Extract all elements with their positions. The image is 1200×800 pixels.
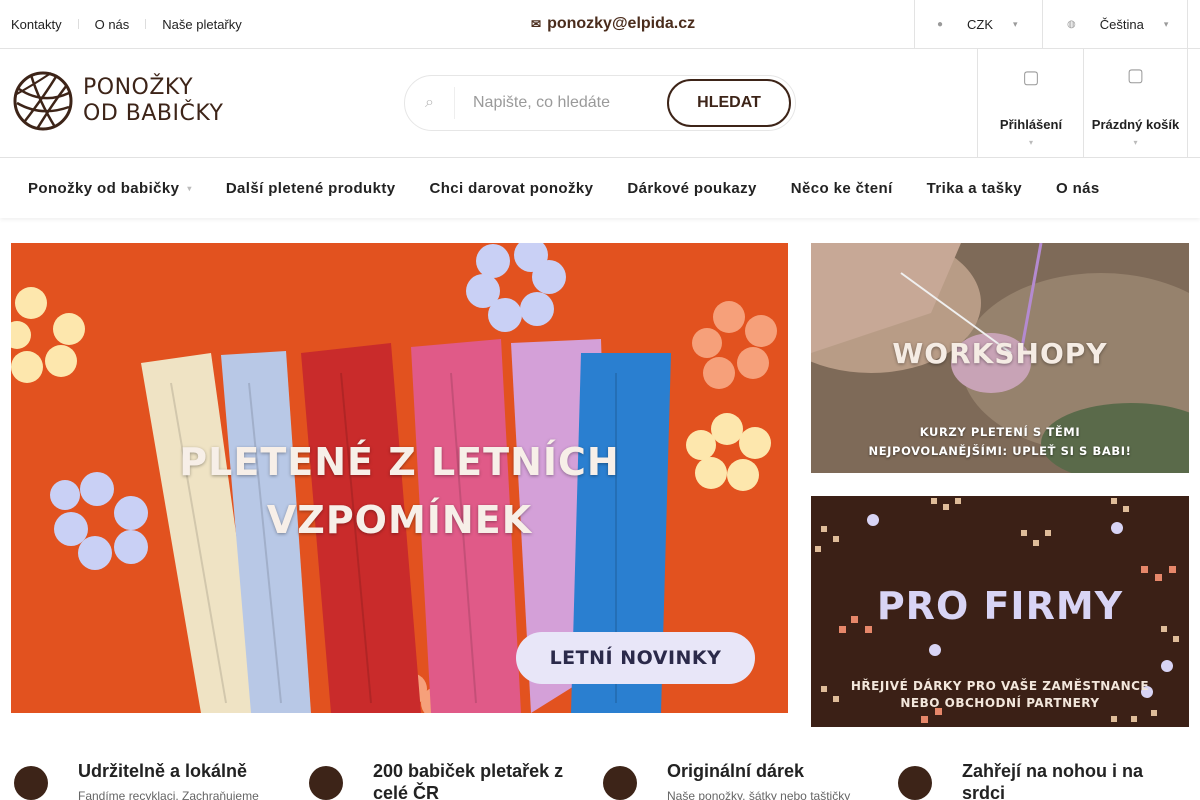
search-icon: ⌕ bbox=[405, 87, 455, 119]
email-address: ponozky@elpida.cz bbox=[547, 15, 696, 32]
companies-banner-subtitle-line-2: NEBO OBCHODNÍ PARTNERY bbox=[900, 696, 1100, 710]
nav-item-knitted-products[interactable]: Další pletené produkty bbox=[226, 180, 396, 197]
logo-line-1: PONOŽKY bbox=[83, 75, 194, 100]
language-selector[interactable]: ◍ Čeština ▾ bbox=[1042, 0, 1188, 48]
cart-button[interactable]: ▢ Prázdný košík ▾ bbox=[1083, 49, 1188, 157]
main-banner[interactable]: PLETENÉ Z LETNÍCH VZPOMÍNEK LETNÍ NOVINK… bbox=[11, 243, 788, 713]
nav-item-reading[interactable]: Něco ke čtení bbox=[791, 180, 893, 197]
workshops-banner-subtitle-line-1: KURZY PLETENÍ S TĚMI bbox=[919, 425, 1081, 439]
divider bbox=[77, 19, 79, 29]
search-input[interactable] bbox=[455, 94, 667, 112]
nav-item-gift-socks[interactable]: Chci darovat ponožky bbox=[430, 180, 594, 197]
feature-title: Udržitelně a lokálně bbox=[78, 761, 248, 781]
top-link-contacts[interactable]: Kontakty bbox=[11, 17, 62, 32]
site-header: PONOŽKY OD BABIČKY ⌕ HLEDAT ▢ Přihlášení… bbox=[0, 49, 1200, 158]
chevron-down-icon: ▾ bbox=[1163, 18, 1169, 29]
user-icon: ▢ bbox=[1022, 67, 1040, 87]
nav-item-label: Ponožky od babičky bbox=[28, 179, 180, 197]
search-bar: ⌕ HLEDAT bbox=[404, 75, 796, 131]
feature-title: Originální dárek bbox=[667, 761, 805, 781]
search-button[interactable]: HLEDAT bbox=[667, 79, 791, 127]
currency-value: CZK bbox=[967, 16, 994, 32]
nav-item-shirts-bags[interactable]: Trika a tašky bbox=[927, 180, 1022, 197]
feature-title: 200 babiček pletařek z celé ČR bbox=[373, 761, 564, 800]
yarn-ball-logo-icon bbox=[13, 71, 73, 131]
top-link-about[interactable]: O nás bbox=[95, 17, 130, 32]
nav-item-about[interactable]: O nás bbox=[1056, 180, 1100, 197]
nav-item-label: O nás bbox=[1055, 179, 1100, 197]
companies-banner-title: PRO FIRMY bbox=[876, 584, 1124, 628]
logo-line-2: OD BABIČKY bbox=[83, 101, 224, 126]
workshops-banner-subtitle: KURZY PLETENÍ S TĚMI NEJPOVOLANĚJŠÍMI: U… bbox=[811, 423, 1189, 461]
top-links: Kontakty O nás Naše pletařky bbox=[11, 0, 242, 48]
chevron-down-icon: ▾ bbox=[1133, 138, 1138, 147]
companies-banner[interactable]: PRO FIRMY HŘEJIVÉ DÁRKY PRO VAŠE ZAMĚSTN… bbox=[811, 496, 1189, 727]
login-button[interactable]: ▢ Přihlášení ▾ bbox=[977, 49, 1084, 157]
main-banner-title-line-1: PLETENÉ Z LETNÍCH bbox=[179, 440, 620, 484]
nav-item-label: Další pletené produkty bbox=[225, 179, 396, 197]
feature-text: Naše ponožky, šátky nebo taštičky bbox=[667, 789, 851, 800]
logo-text: PONOŽKY OD BABIČKY bbox=[83, 75, 223, 127]
heart-pattern-icon bbox=[603, 766, 637, 800]
email-contact[interactable]: ✉ ponozky@elpida.cz bbox=[531, 0, 695, 48]
nav-item-socks[interactable]: Ponožky od babičky ▾ bbox=[28, 180, 192, 197]
main-banner-title-line-2: VZPOMÍNEK bbox=[266, 498, 533, 542]
cart-label: Prázdný košík bbox=[1091, 117, 1180, 132]
globe-icon: ◍ bbox=[1067, 18, 1076, 30]
workshops-banner[interactable]: WORKSHOPY KURZY PLETENÍ S TĚMI NEJPOVOLA… bbox=[811, 243, 1189, 473]
main-nav: Ponožky od babičky ▾ Další pletené produ… bbox=[0, 158, 1200, 218]
chevron-down-icon: ▾ bbox=[1028, 138, 1033, 147]
nav-item-label: Něco ke čtení bbox=[790, 179, 893, 197]
heart-pattern-icon bbox=[898, 766, 932, 800]
logo[interactable]: PONOŽKY OD BABIČKY bbox=[11, 71, 223, 131]
chevron-down-icon: ▾ bbox=[187, 183, 192, 193]
heart-pattern-icon bbox=[309, 766, 343, 800]
companies-banner-subtitle: HŘEJIVÉ DÁRKY PRO VAŠE ZAMĚSTNANCE NEBO … bbox=[811, 678, 1189, 712]
nav-item-vouchers[interactable]: Dárkové poukazy bbox=[627, 180, 756, 197]
companies-banner-subtitle-line-1: HŘEJIVÉ DÁRKY PRO VAŠE ZAMĚSTNANCE bbox=[850, 679, 1150, 693]
heart-pattern-icon bbox=[14, 766, 48, 800]
top-link-knitters[interactable]: Naše pletařky bbox=[162, 17, 241, 32]
chevron-down-icon: ▾ bbox=[1013, 18, 1018, 29]
nav-item-label: Chci darovat ponožky bbox=[429, 179, 594, 197]
coin-icon: ● bbox=[937, 18, 944, 30]
login-label: Přihlášení bbox=[999, 117, 1063, 132]
nav-item-label: Dárkové poukazy bbox=[627, 179, 757, 197]
top-bar: Kontakty O nás Naše pletařky ✉ ponozky@e… bbox=[0, 0, 1200, 49]
workshops-banner-title: WORKSHOPY bbox=[892, 337, 1108, 370]
main-banner-title: PLETENÉ Z LETNÍCH VZPOMÍNEK bbox=[11, 433, 788, 549]
cart-icon: ▢ bbox=[1126, 65, 1144, 85]
language-value: Čeština bbox=[1099, 16, 1144, 32]
divider bbox=[145, 19, 147, 29]
currency-selector[interactable]: ● CZK ▾ bbox=[914, 0, 1043, 48]
summer-news-button[interactable]: LETNÍ NOVINKY bbox=[516, 632, 755, 684]
workshops-banner-subtitle-line-2: NEJPOVOLANĚJŠÍMI: UPLEŤ SI S BABI! bbox=[868, 444, 1132, 458]
nav-item-label: Trika a tašky bbox=[926, 179, 1022, 197]
envelope-icon: ✉ bbox=[531, 17, 542, 31]
feature-title: Zahřejí na nohou i na srdci bbox=[962, 761, 1144, 800]
feature-text: Fandíme recyklaci. Zachraňujeme bbox=[78, 789, 259, 800]
